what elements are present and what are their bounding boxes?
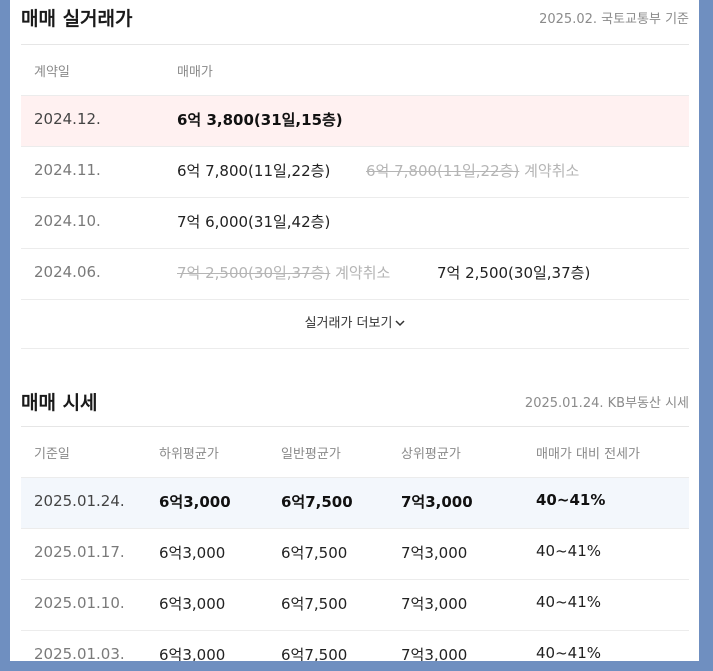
market-date: 2025.01.03. xyxy=(34,645,125,661)
trade-date: 2024.12. xyxy=(34,110,101,128)
jeonse-ratio: 40~41% xyxy=(536,542,601,560)
trade-row[interactable]: 2024.11. 6억 7,800(11일,22층) 6억 7,800(11일,… xyxy=(21,146,689,197)
mid-average-price: 6억7,500 xyxy=(281,544,348,562)
trade-price: 6억 7,800(11일,22층) xyxy=(177,162,331,180)
low-average-price: 6억3,000 xyxy=(159,595,226,613)
cancelled-price: 7억 2,500(30일,37층) xyxy=(177,264,331,282)
chevron-down-icon xyxy=(395,300,405,348)
trade-date: 2024.06. xyxy=(34,263,101,281)
low-average-price: 6억3,000 xyxy=(159,646,226,661)
column-sale-price: 매매가 xyxy=(177,65,213,80)
market-price-row[interactable]: 2025.01.24. 6억3,000 6억7,500 7억3,000 40~4… xyxy=(21,477,689,528)
column-high-average: 상위평균가 xyxy=(401,447,461,462)
content-panel: 매매 실거래가 2025.02. 국토교통부 기준 계약일 매매가 2024.1… xyxy=(10,0,699,661)
sale-trades-title: 매매 실거래가 xyxy=(21,8,133,30)
more-trades-label: 실거래가 더보기 xyxy=(304,316,393,331)
trade-row[interactable]: 2024.12. 6억 3,800(31일,15층) xyxy=(21,95,689,146)
trade-date: 2024.11. xyxy=(34,161,101,179)
column-low-average: 하위평균가 xyxy=(159,447,219,462)
high-average-price: 7억3,000 xyxy=(401,493,473,511)
trade-row[interactable]: 2024.10. 7억 6,000(31일,42층) xyxy=(21,197,689,248)
trade-price: 7억 2,500(30일,37층) xyxy=(437,264,591,282)
column-base-date: 기준일 xyxy=(34,447,70,462)
cancelled-trade: 6억 7,800(11일,22층) 계약취소 xyxy=(366,160,579,181)
cancel-label: 계약취소 xyxy=(335,264,391,282)
jeonse-ratio: 40~41% xyxy=(536,593,601,611)
mid-average-price: 6억7,500 xyxy=(281,493,353,511)
market-price-row[interactable]: 2025.01.17. 6억3,000 6억7,500 7억3,000 40~4… xyxy=(21,528,689,579)
trade-price: 6억 3,800(31일,15층) xyxy=(177,111,343,129)
column-mid-average: 일반평균가 xyxy=(281,447,341,462)
column-jeonse-ratio: 매매가 대비 전세가 xyxy=(536,447,640,462)
more-trades-button[interactable]: 실거래가 더보기 xyxy=(21,299,689,349)
market-price-title: 매매 시세 xyxy=(21,392,98,414)
trade-row[interactable]: 2024.06. 7억 2,500(30일,37층) 계약취소 7억 2,500… xyxy=(21,248,689,299)
high-average-price: 7억3,000 xyxy=(401,544,468,562)
cancel-label: 계약취소 xyxy=(524,162,580,180)
high-average-price: 7억3,000 xyxy=(401,646,468,661)
low-average-price: 6억3,000 xyxy=(159,544,226,562)
market-date: 2025.01.10. xyxy=(34,594,125,612)
jeonse-ratio: 40~41% xyxy=(536,491,606,509)
market-date: 2025.01.24. xyxy=(34,492,125,510)
market-price-column-header: 기준일 하위평균가 일반평균가 상위평균가 매매가 대비 전세가 xyxy=(21,426,689,477)
market-price-source-note: 2025.01.24. KB부동산 시세 xyxy=(524,396,689,411)
mid-average-price: 6억7,500 xyxy=(281,595,348,613)
sale-trades-header: 매매 실거래가 2025.02. 국토교통부 기준 xyxy=(21,0,689,44)
jeonse-ratio: 40~41% xyxy=(536,644,601,661)
cancelled-trade: 7억 2,500(30일,37층) 계약취소 xyxy=(177,262,390,283)
trade-price: 7억 6,000(31일,42층) xyxy=(177,213,331,231)
sale-trades-source-note: 2025.02. 국토교통부 기준 xyxy=(539,12,689,27)
column-contract-date: 계약일 xyxy=(34,65,70,80)
market-date: 2025.01.17. xyxy=(34,543,125,561)
content-inner: 매매 실거래가 2025.02. 국토교통부 기준 계약일 매매가 2024.1… xyxy=(21,0,689,661)
mid-average-price: 6억7,500 xyxy=(281,646,348,661)
cancelled-price: 6억 7,800(11일,22층) xyxy=(366,162,520,180)
sale-trades-column-header: 계약일 매매가 xyxy=(21,44,689,95)
trade-date: 2024.10. xyxy=(34,212,101,230)
high-average-price: 7억3,000 xyxy=(401,595,468,613)
market-price-row[interactable]: 2025.01.10. 6억3,000 6억7,500 7억3,000 40~4… xyxy=(21,579,689,630)
low-average-price: 6억3,000 xyxy=(159,493,231,511)
market-price-row[interactable]: 2025.01.03. 6억3,000 6억7,500 7억3,000 40~4… xyxy=(21,630,689,661)
market-price-header: 매매 시세 2025.01.24. KB부동산 시세 xyxy=(21,382,689,426)
